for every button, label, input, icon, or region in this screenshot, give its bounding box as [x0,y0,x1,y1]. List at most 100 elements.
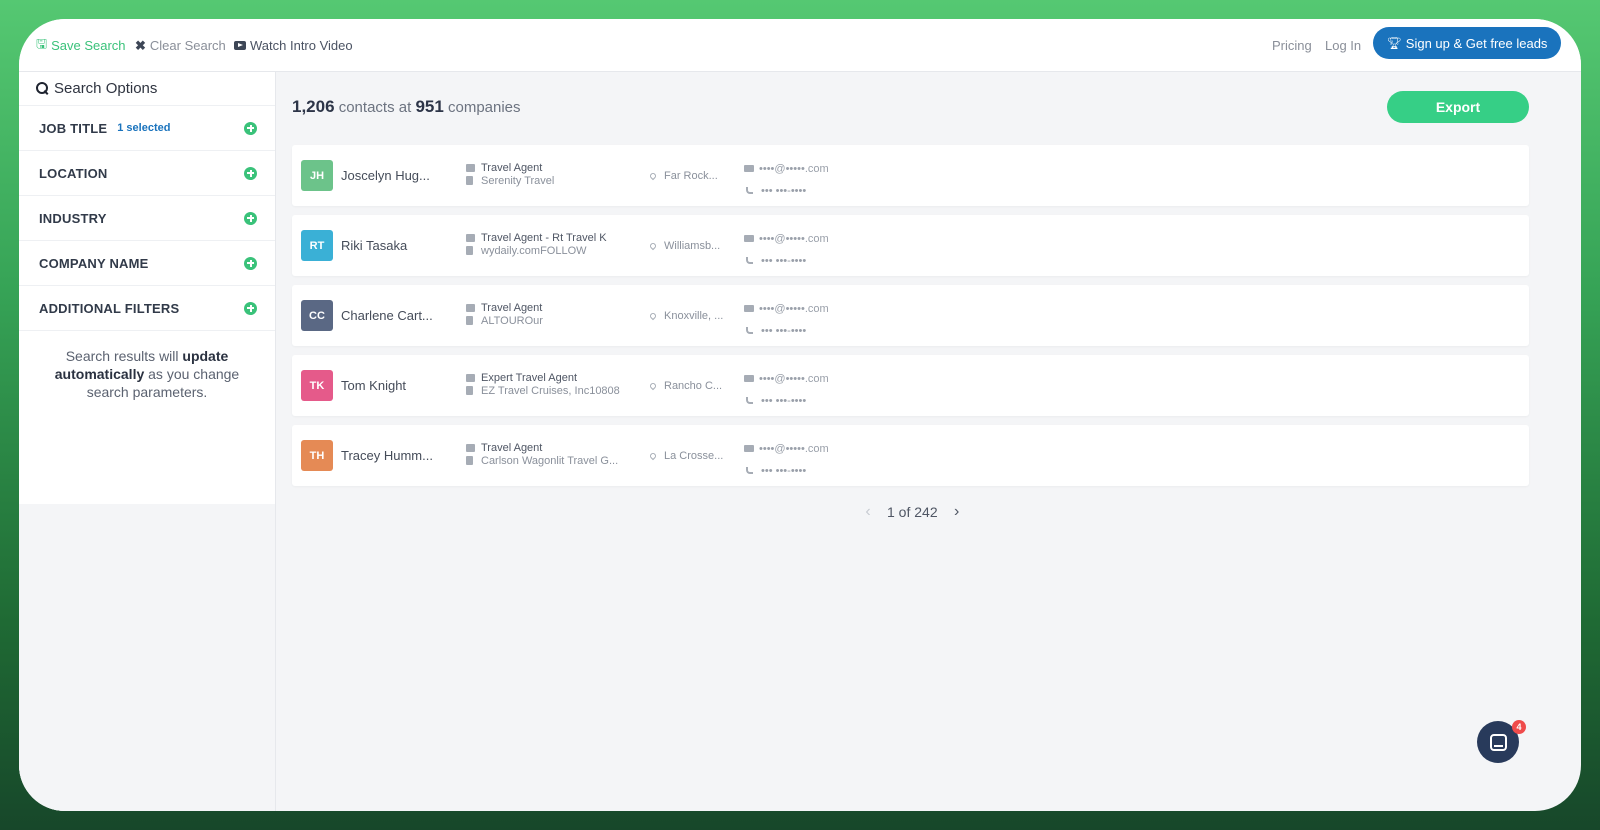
masked-phone: ••• •••-•••• [761,395,807,407]
selected-count: 1 selected [117,122,171,134]
masked-email: ••••@•••••.com [759,373,829,385]
phone-icon [746,327,753,334]
pagination: ‹ 1 of 242 › [859,503,966,521]
briefcase-icon [466,234,475,242]
contact-name[interactable]: Joscelyn Hug... [341,145,451,206]
briefcase-icon [466,374,475,382]
prev-page-icon[interactable]: ‹ [859,503,877,521]
company-name: ALTOUROur [481,315,543,327]
location: Rancho C... [648,355,723,416]
companies-count: 951 [415,97,444,116]
map-pin-icon [648,241,658,250]
save-search-label: Save Search [51,38,126,53]
filter-label: LOCATION [39,165,108,181]
trophy-icon: 🏆︎ [1386,36,1402,50]
job-title: Expert Travel Agent [481,372,577,384]
export-button[interactable]: Export [1387,91,1529,123]
contact-row[interactable]: TH Tracey Humm... Travel Agent Carlson W… [292,425,1529,486]
results-list: JH Joscelyn Hug... Travel Agent Serenity… [292,145,1529,495]
next-page-icon[interactable]: › [948,503,966,521]
filter-label: INDUSTRY [39,210,107,226]
contacts-count: 1,206 [292,97,335,116]
add-filter-icon[interactable] [244,166,257,180]
hint-bold: automatically [54,366,145,382]
chat-notification-badge: 4 [1512,720,1526,734]
add-filter-icon[interactable] [244,256,257,270]
company-name: Carlson Wagonlit Travel G... [481,455,619,467]
briefcase-icon [466,164,475,172]
filter-company-name[interactable]: COMPANY NAME [19,241,275,286]
phone-icon [746,467,753,474]
results-summary: 1,206 contacts at 951 companies [292,97,521,117]
masked-phone: ••• •••-•••• [761,465,807,477]
filter-additional[interactable]: ADDITIONAL FILTERS [19,286,275,331]
clear-search-label: Clear Search [149,38,226,53]
building-icon [466,176,473,185]
add-filter-icon[interactable] [244,211,257,225]
pricing-link[interactable]: Pricing [1272,19,1312,72]
contact-info: ••••@•••••.com ••• •••-•••• [744,368,829,412]
job-title: Travel Agent [481,302,543,314]
contact-row[interactable]: TK Tom Knight Expert Travel Agent EZ Tra… [292,355,1529,416]
search-icon [36,82,49,95]
map-pin-icon [648,171,658,180]
location-text: Rancho C... [664,379,723,392]
contacts-label: contacts at [338,99,412,116]
avatar: TK [301,370,333,401]
contact-row[interactable]: RT Riki Tasaka Travel Agent - Rt Travel … [292,215,1529,276]
chat-icon [1489,733,1507,751]
location-text: La Crosse... [664,449,724,462]
email-icon [744,305,754,312]
hint-text: Search results will [65,348,183,364]
login-link[interactable]: Log In [1325,19,1361,72]
filter-job-title[interactable]: JOB TITLE 1 selected [19,106,275,151]
search-options-sidebar: Search Options JOB TITLE 1 selected LOCA… [19,72,276,811]
clear-search-link[interactable]: ✖ Clear Search [135,19,226,72]
avatar: RT [301,230,333,261]
contact-info: ••••@•••••.com ••• •••-•••• [744,438,829,482]
location-text: Williamsb... [664,239,721,252]
add-filter-icon[interactable] [244,301,257,315]
job-info: Travel Agent Carlson Wagonlit Travel G..… [466,442,618,468]
filter-location[interactable]: LOCATION [19,151,275,196]
job-title: Travel Agent [481,162,543,174]
contact-info: ••••@•••••.com ••• •••-•••• [744,298,829,342]
companies-label: companies [447,99,521,116]
contact-name[interactable]: Charlene Cart... [341,285,451,346]
contact-row[interactable]: CC Charlene Cart... Travel Agent ALTOURO… [292,285,1529,346]
hint-bold: update [182,348,229,364]
location: La Crosse... [648,425,724,486]
filter-industry[interactable]: INDUSTRY [19,196,275,241]
contact-name[interactable]: Tracey Humm... [341,425,451,486]
phone-icon [746,257,753,264]
building-icon [466,316,473,325]
add-filter-icon[interactable] [244,121,257,135]
save-search-link[interactable]: 🖫 Save Search [36,19,126,72]
masked-email: ••••@•••••.com [759,303,829,315]
briefcase-icon [466,444,475,452]
top-bar: 🖫 Save Search ✖ Clear Search Watch Intro… [19,19,1581,72]
contact-name[interactable]: Tom Knight [341,355,451,416]
email-icon [744,165,754,172]
filter-label: JOB TITLE [39,120,108,136]
map-pin-icon [648,381,658,390]
sidebar-empty-area [19,504,275,811]
location: Knoxville, ... [648,285,723,346]
avatar: JH [301,160,333,191]
job-info: Travel Agent ALTOUROur [466,302,543,328]
contact-info: ••••@•••••.com ••• •••-•••• [744,228,829,272]
signup-label: Sign up & Get free leads [1405,35,1548,51]
filter-label: ADDITIONAL FILTERS [39,300,180,316]
job-info: Travel Agent - Rt Travel K wydaily.comFO… [466,232,607,258]
signup-button[interactable]: 🏆︎ Sign up & Get free leads [1373,27,1561,59]
masked-email: ••••@•••••.com [759,163,829,175]
contact-info: ••••@•••••.com ••• •••-•••• [744,158,829,202]
masked-phone: ••• •••-•••• [761,255,807,267]
video-play-icon [234,41,246,50]
contact-row[interactable]: JH Joscelyn Hug... Travel Agent Serenity… [292,145,1529,206]
building-icon [466,386,473,395]
contact-name[interactable]: Riki Tasaka [341,215,451,276]
watch-intro-video-link[interactable]: Watch Intro Video [234,19,353,72]
phone-icon [746,187,753,194]
map-pin-icon [648,451,658,460]
